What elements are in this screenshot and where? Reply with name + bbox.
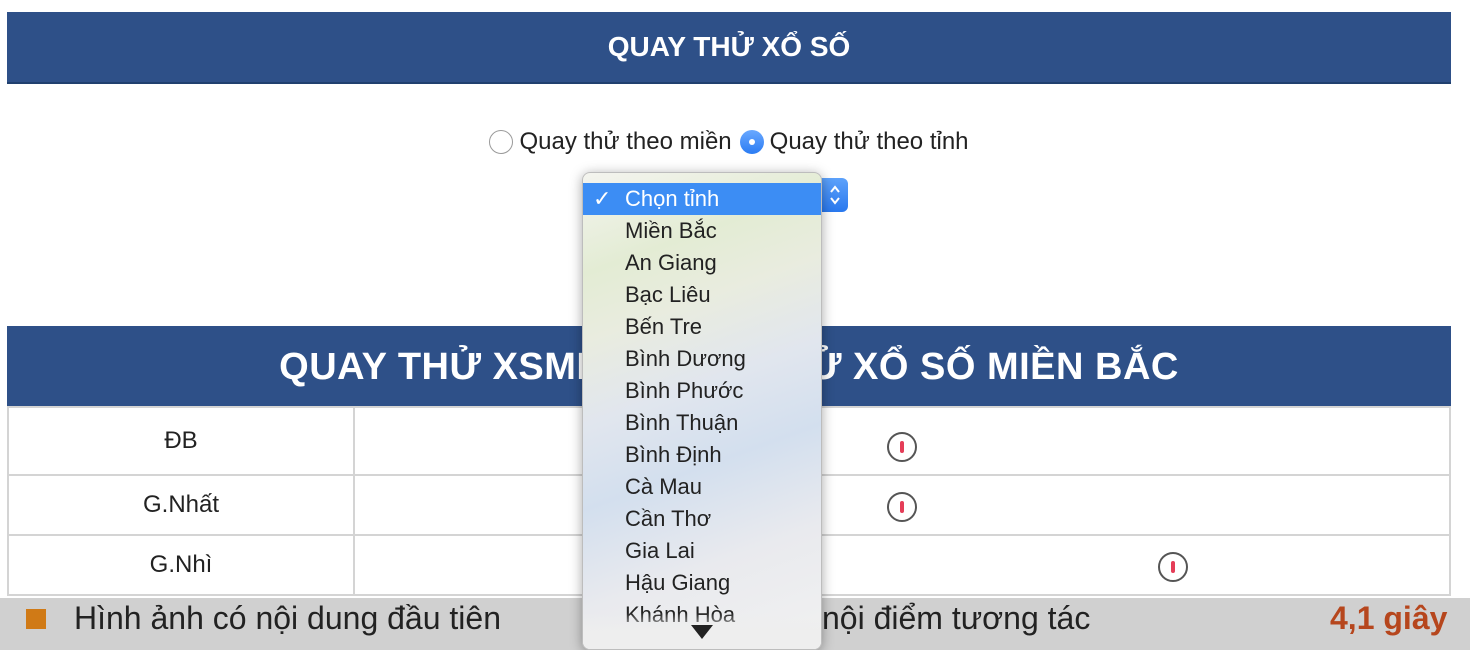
metric2-label: nội điểm tương tác bbox=[822, 600, 1091, 636]
province-dropdown-menu[interactable]: ✓ Chọn tỉnh Miền Bắc An Giang Bạc Liêu Bến … bbox=[582, 172, 822, 650]
select-stepper-icon[interactable] bbox=[821, 178, 848, 212]
prize-value-cell bbox=[353, 406, 1451, 476]
spin-icon[interactable] bbox=[887, 492, 917, 522]
prize-value-cell bbox=[353, 474, 1451, 536]
dropdown-option[interactable]: Miền Bắc bbox=[583, 215, 821, 247]
dropdown-option[interactable]: Bến Tre bbox=[583, 311, 821, 343]
scroll-down-arrow-icon[interactable] bbox=[691, 625, 713, 639]
prize-value-cell bbox=[353, 534, 1451, 596]
up-down-chevron-icon bbox=[829, 185, 840, 205]
metric-value: 4,1 giây bbox=[1330, 600, 1448, 636]
spin-icon[interactable] bbox=[1158, 552, 1188, 582]
page-header: QUAY THỬ XỔ SỐ bbox=[7, 12, 1451, 84]
dropdown-option[interactable]: Hậu Giang bbox=[583, 567, 821, 599]
radio-by-province[interactable]: Quay thử theo tỉnh bbox=[739, 128, 969, 156]
radio-by-province-label: Quay thử theo tỉnh bbox=[769, 128, 969, 155]
dropdown-option[interactable]: Bình Định bbox=[583, 439, 821, 471]
radio-circle-off[interactable] bbox=[489, 130, 514, 154]
prize-label: G.Nhì bbox=[7, 534, 355, 596]
page-title: QUAY THỬ XỔ SỐ bbox=[607, 31, 851, 62]
spin-icon[interactable] bbox=[887, 432, 917, 462]
mode-radio-group: Quay thử theo miền Quay thử theo tỉnh bbox=[0, 122, 1458, 162]
dropdown-option[interactable]: Cà Mau bbox=[583, 471, 821, 503]
prize-label: G.Nhất bbox=[7, 474, 355, 536]
prize-label: ĐB bbox=[7, 406, 355, 476]
dropdown-option[interactable]: Bình Thuận bbox=[583, 407, 821, 439]
radio-by-region[interactable]: Quay thử theo miền bbox=[489, 128, 732, 156]
option-label: Chọn tỉnh bbox=[625, 186, 720, 211]
dropdown-option[interactable]: Bình Dương bbox=[583, 343, 821, 375]
checkmark-icon: ✓ bbox=[593, 186, 612, 211]
dropdown-option-selected[interactable]: ✓ Chọn tỉnh bbox=[583, 183, 821, 215]
dropdown-option[interactable]: Cần Thơ bbox=[583, 503, 821, 535]
metric-square-icon bbox=[26, 609, 46, 629]
radio-circle-on[interactable] bbox=[739, 130, 764, 154]
dropdown-option[interactable]: An Giang bbox=[583, 247, 821, 279]
metric1-label: Hình ảnh có nội dung đầu tiên bbox=[74, 600, 501, 636]
dropdown-option[interactable]: Bình Phước bbox=[583, 375, 821, 407]
dropdown-option[interactable]: Gia Lai bbox=[583, 535, 821, 567]
dropdown-option[interactable]: Bạc Liêu bbox=[583, 279, 821, 311]
radio-by-region-label: Quay thử theo miền bbox=[519, 128, 732, 155]
